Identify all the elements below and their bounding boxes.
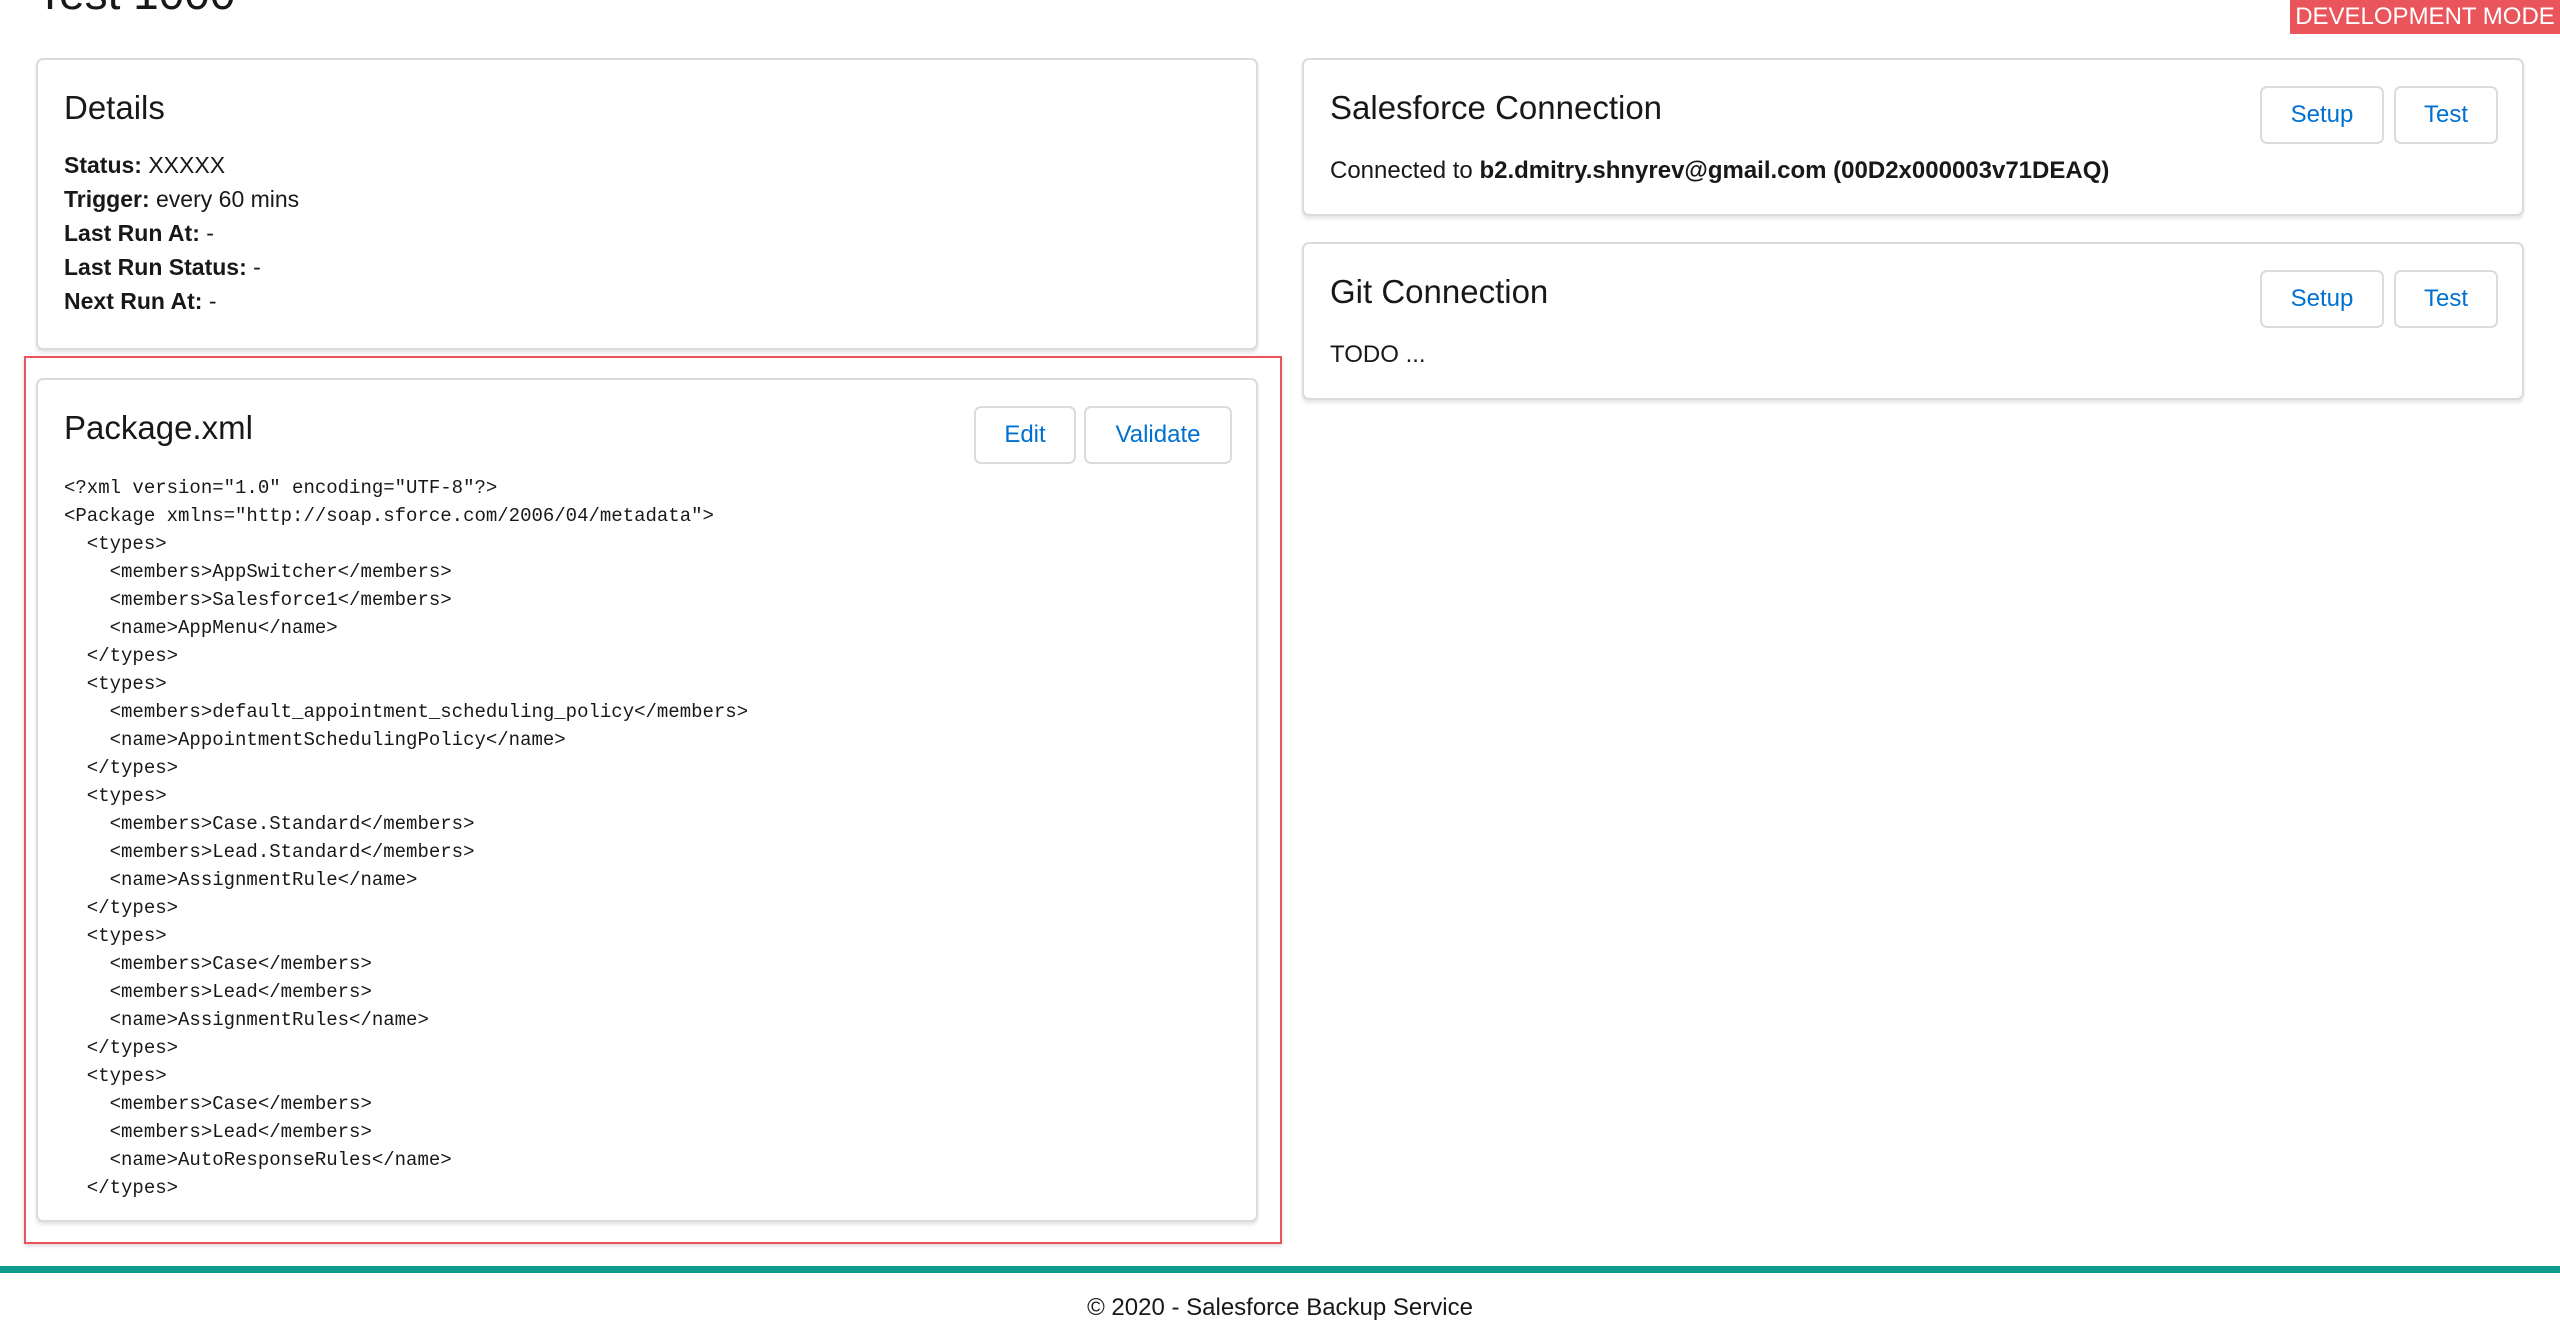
footer-copyright: © 2020 - Salesforce Backup Service bbox=[1087, 1294, 1473, 1321]
next-run-at-row: Next Run At: - bbox=[64, 284, 299, 318]
last-run-at-label: Last Run At: bbox=[64, 220, 200, 246]
connected-account: b2.dmitry.shnyrev@gmail.com (00D2x000003… bbox=[1479, 157, 2110, 184]
validate-button[interactable]: Validate bbox=[1084, 406, 1232, 464]
status-row: Status: XXXXX bbox=[64, 148, 299, 182]
page-title: Test 1000 bbox=[36, 0, 235, 20]
trigger-row: Trigger: every 60 mins bbox=[64, 182, 299, 216]
next-run-at-label: Next Run At: bbox=[64, 288, 203, 314]
edit-button[interactable]: Edit bbox=[974, 406, 1076, 464]
details-title: Details bbox=[64, 89, 165, 126]
last-run-status-value: - bbox=[253, 254, 261, 280]
status-value: XXXXX bbox=[148, 152, 226, 178]
salesforce-connection-card: Salesforce Connection Setup Test Connect… bbox=[1302, 58, 2524, 216]
salesforce-setup-button[interactable]: Setup bbox=[2260, 86, 2384, 144]
last-run-status-label: Last Run Status: bbox=[64, 254, 247, 280]
last-run-at-row: Last Run At: - bbox=[64, 216, 299, 250]
git-connection-card: Git Connection Setup Test TODO ... bbox=[1302, 242, 2524, 400]
package-xml-code: <?xml version="1.0" encoding="UTF-8"?> <… bbox=[64, 477, 749, 1199]
trigger-label: Trigger: bbox=[64, 186, 150, 212]
connected-prefix: Connected to bbox=[1330, 157, 1473, 184]
details-card: Details Status: XXXXX Trigger: every 60 … bbox=[36, 58, 1258, 350]
package-xml-title: Package.xml bbox=[64, 409, 253, 446]
salesforce-connection-title: Salesforce Connection bbox=[1330, 89, 1663, 126]
last-run-at-value: - bbox=[206, 220, 214, 246]
status-label: Status: bbox=[64, 152, 142, 178]
package-xml-viewer[interactable]: <?xml version="1.0" encoding="UTF-8"?> <… bbox=[64, 474, 1244, 1252]
last-run-status-row: Last Run Status: - bbox=[64, 250, 299, 284]
package-xml-card: Package.xml Edit Validate <?xml version=… bbox=[36, 378, 1258, 1222]
footer: © 2020 - Salesforce Backup Service bbox=[0, 1266, 2560, 1332]
development-mode-badge: DEVELOPMENT MODE bbox=[2290, 0, 2560, 34]
git-connection-title: Git Connection bbox=[1330, 273, 1549, 310]
git-connection-status: TODO ... bbox=[1330, 341, 1426, 368]
git-setup-button[interactable]: Setup bbox=[2260, 270, 2384, 328]
salesforce-test-button[interactable]: Test bbox=[2394, 86, 2498, 144]
trigger-value: every 60 mins bbox=[156, 186, 300, 212]
salesforce-connection-status: Connected to b2.dmitry.shnyrev@gmail.com… bbox=[1330, 156, 2109, 186]
next-run-at-value: - bbox=[208, 288, 217, 314]
details-list: Status: XXXXX Trigger: every 60 mins Las… bbox=[64, 148, 299, 318]
git-test-button[interactable]: Test bbox=[2394, 270, 2498, 328]
